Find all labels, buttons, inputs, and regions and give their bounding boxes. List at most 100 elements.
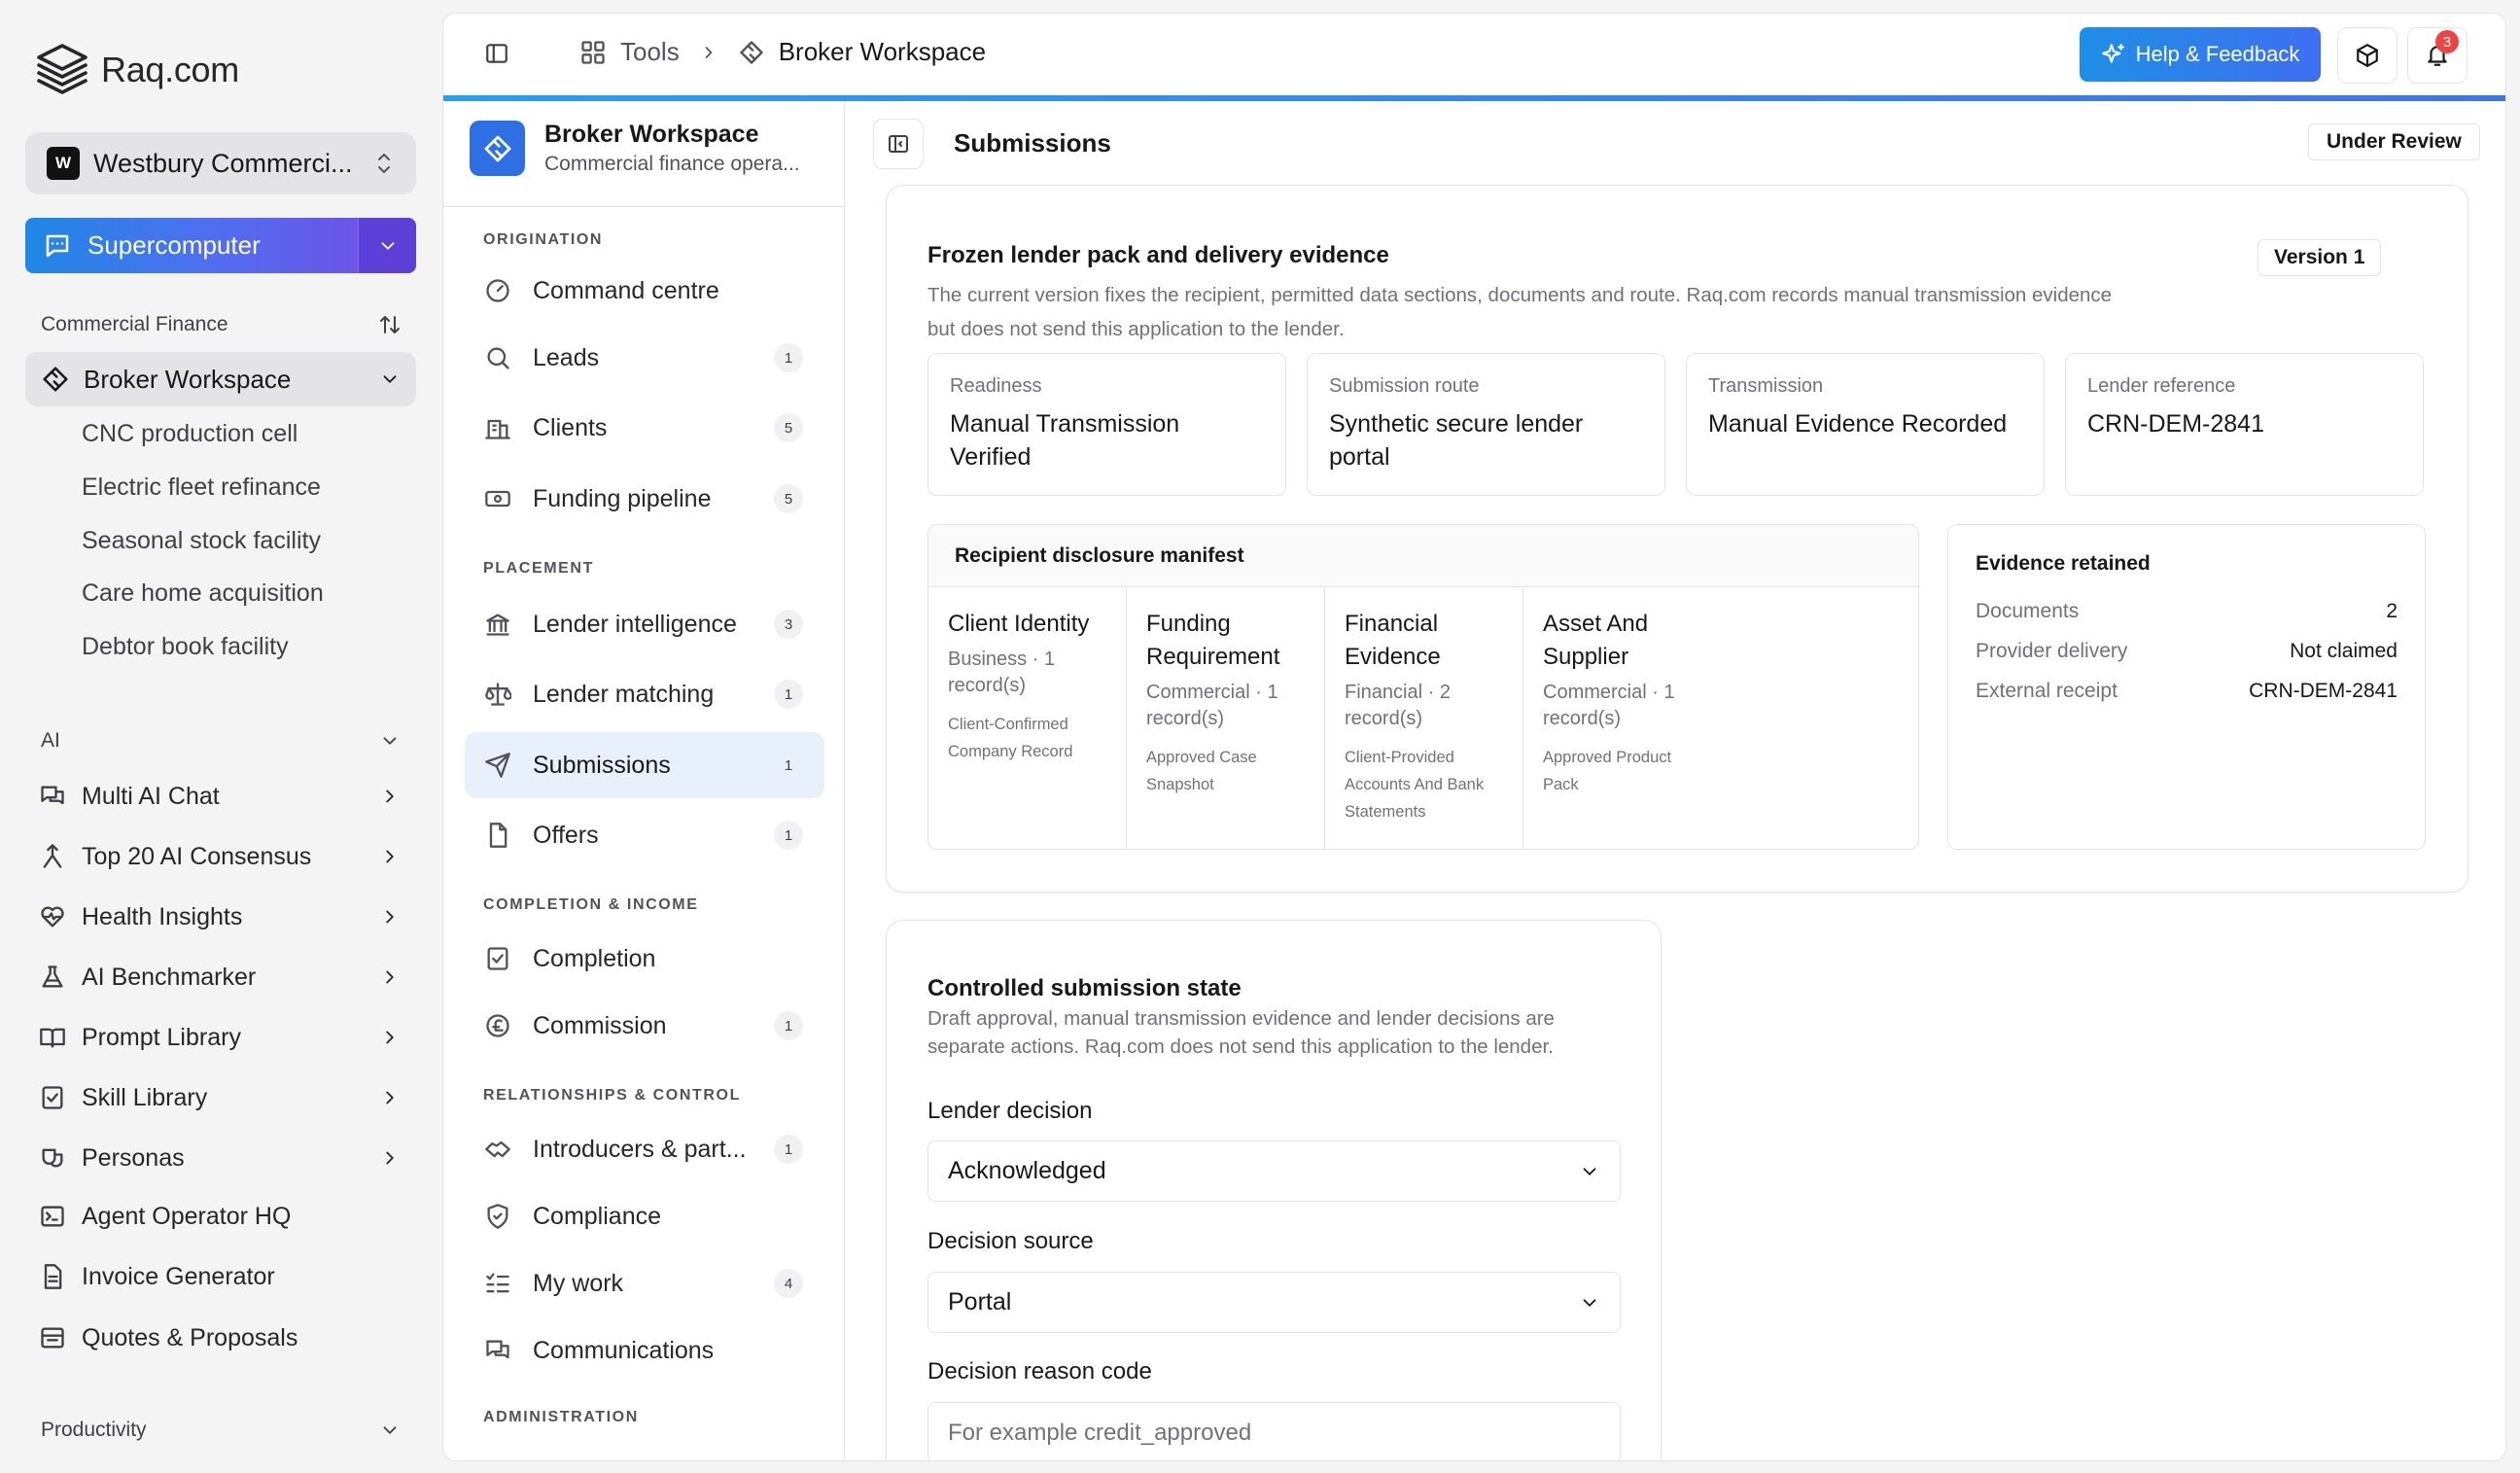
subitem-seasonal-stock-facility[interactable]: Seasonal stock facility — [82, 527, 321, 555]
lender-pack-description-line: but does not send this application to th… — [928, 318, 1345, 340]
ws-item-leads[interactable]: Leads 1 — [465, 325, 824, 391]
breadcrumb-tools[interactable]: Tools — [620, 37, 680, 67]
ws-item-compliance[interactable]: Compliance — [465, 1183, 824, 1249]
stat-label: Submission route — [1329, 375, 1480, 397]
sidebar-item-ai-benchmarker[interactable]: AI Benchmarker — [39, 955, 401, 1000]
sidebar-item-quotes-proposals[interactable]: Quotes & Proposals — [39, 1315, 401, 1360]
sidebar-item-broker-workspace[interactable]: Broker Workspace — [25, 352, 416, 406]
send-icon — [484, 752, 511, 779]
chevron-right-icon — [379, 1087, 401, 1108]
collapse-panel-button[interactable] — [873, 119, 924, 169]
sidebar-item-top-20-ai-consensus[interactable]: Top 20 AI Consensus — [39, 834, 401, 879]
sidebar-toggle-icon[interactable] — [484, 41, 509, 66]
subitem-care-home-acquisition[interactable]: Care home acquisition — [82, 579, 324, 608]
ws-item-introducers[interactable]: Introducers & part... 1 — [465, 1116, 824, 1182]
shield-check-icon — [484, 1203, 511, 1230]
sidebar-item-label: Invoice Generator — [82, 1262, 275, 1290]
ws-item-submissions[interactable]: Submissions 1 — [465, 732, 824, 798]
section-productivity[interactable]: Productivity — [41, 1419, 401, 1442]
sidebar-item-label: Agent Operator HQ — [82, 1202, 292, 1230]
section-label: AI — [41, 729, 60, 752]
book-open-icon — [39, 1024, 66, 1051]
supercomputer-label: Supercomputer — [88, 230, 261, 260]
lender-decision-select[interactable]: Acknowledged — [928, 1140, 1621, 1202]
sidebar-item-health-insights[interactable]: Health Insights — [39, 894, 401, 939]
grid-icon — [579, 39, 607, 66]
decision-reason-code-input[interactable]: For example credit_approved — [928, 1402, 1621, 1460]
search-icon — [484, 344, 511, 371]
count-badge: 1 — [774, 680, 803, 709]
subitem-debtor-book-facility[interactable]: Debtor book facility — [82, 633, 289, 661]
sidebar-item-multi-ai-chat[interactable]: Multi AI Chat — [39, 774, 401, 819]
decision-source-select[interactable]: Portal — [928, 1272, 1621, 1333]
manifest-column-document: Approved Case Snapshot — [1146, 749, 1257, 793]
personas-icon — [39, 1144, 66, 1172]
section-commercial-finance[interactable]: Commercial Finance — [41, 313, 401, 336]
ws-item-commission[interactable]: Commission 1 — [465, 993, 824, 1059]
handshake-icon — [484, 1136, 511, 1163]
ws-item-lender-intelligence[interactable]: Lender intelligence 3 — [465, 591, 824, 657]
count-badge: 3 — [774, 610, 803, 639]
cube-button[interactable] — [2337, 27, 2398, 84]
subitem-electric-fleet-refinance[interactable]: Electric fleet refinance — [82, 473, 321, 502]
manifest-column-title: Asset And Supplier — [1543, 611, 1649, 670]
ws-item-offers[interactable]: Offers 1 — [465, 802, 824, 868]
list-todo-icon — [484, 1270, 511, 1297]
chevron-down-icon — [379, 1420, 401, 1441]
ws-item-lender-matching[interactable]: Lender matching 1 — [465, 661, 824, 727]
sidebar-item-personas[interactable]: Personas — [39, 1136, 401, 1180]
stat-value: Manual Transmission Verified — [950, 410, 1180, 471]
chevron-right-icon — [379, 786, 401, 807]
section-ai[interactable]: AI — [41, 729, 401, 753]
ws-item-my-work[interactable]: My work 4 — [465, 1250, 824, 1316]
ws-item-funding-pipeline[interactable]: Funding pipeline 5 — [465, 466, 824, 532]
sidebar-item-label: Skill Library — [82, 1083, 208, 1111]
chevron-down-icon — [1579, 1292, 1600, 1314]
workspace-nav: Broker Workspace Commercial finance oper… — [443, 101, 845, 1460]
evidence-value: Not claimed — [2290, 640, 2398, 662]
org-switcher[interactable]: W Westbury Commerci... — [25, 132, 416, 194]
ws-item-command-centre[interactable]: Command centre — [465, 258, 824, 324]
count-badge: 1 — [784, 756, 793, 774]
chevron-down-icon — [377, 235, 399, 257]
supercomputer-button-group: Supercomputer — [25, 218, 416, 273]
ws-item-communications[interactable]: Communications — [465, 1317, 824, 1384]
sidebar-item-skill-library[interactable]: Skill Library — [39, 1075, 401, 1120]
stat-value: Manual Evidence Recorded — [1708, 410, 2008, 438]
controlled-state-description-line: separate actions. Raq.com does not send … — [928, 1035, 1554, 1058]
breadcrumb: Tools Broker Workspace — [579, 37, 986, 67]
subitem-cnc-production-cell[interactable]: CNC production cell — [82, 420, 298, 448]
sort-icon[interactable] — [379, 313, 401, 336]
supercomputer-button[interactable]: Supercomputer — [25, 218, 358, 273]
ws-item-label: Completion — [533, 944, 656, 972]
manifest-column: Asset And Supplier Commercial · 1 record… — [1523, 588, 1722, 849]
ws-item-label: Clients — [533, 413, 608, 441]
notifications-button[interactable]: 3 — [2407, 27, 2468, 84]
status-badge: Under Review — [2308, 123, 2480, 160]
stat-label: Readiness — [950, 375, 1042, 397]
app-sidebar: Raq.com W Westbury Commerci... Supercomp… — [0, 0, 438, 1473]
workspace-logo-icon — [470, 121, 525, 176]
chat-icon — [39, 783, 66, 810]
manifest-column-title: Funding Requirement — [1146, 611, 1280, 670]
gauge-icon — [484, 277, 511, 304]
help-feedback-button[interactable]: Help & Feedback — [2080, 27, 2321, 82]
sidebar-item-label: AI Benchmarker — [82, 963, 257, 991]
merge-icon — [39, 843, 66, 870]
supercomputer-dropdown[interactable] — [358, 218, 416, 273]
evidence-retained-panel: Evidence retained Documents 2 Provider d… — [1947, 524, 2426, 850]
group-completion-income: COMPLETION & INCOME — [483, 896, 699, 913]
sidebar-item-prompt-library[interactable]: Prompt Library — [39, 1015, 401, 1060]
count-badge: 1 — [774, 1011, 803, 1040]
manifest-column-meta: Commercial · 1 record(s) — [1146, 682, 1278, 729]
sidebar-item-agent-operator-hq[interactable]: Agent Operator HQ — [39, 1194, 401, 1239]
flask-icon — [39, 964, 66, 991]
lender-pack-description-line: The current version fixes the recipient,… — [928, 284, 2113, 306]
clipboard-check-icon — [484, 945, 511, 972]
ws-item-completion[interactable]: Completion — [465, 926, 824, 992]
ws-item-clients[interactable]: Clients 5 — [465, 395, 824, 461]
sidebar-item-invoice-generator[interactable]: Invoice Generator — [39, 1254, 401, 1299]
chevron-down-icon — [379, 730, 401, 752]
manifest-title: Recipient disclosure manifest — [928, 525, 1918, 587]
app-logo[interactable]: Raq.com — [35, 39, 239, 101]
